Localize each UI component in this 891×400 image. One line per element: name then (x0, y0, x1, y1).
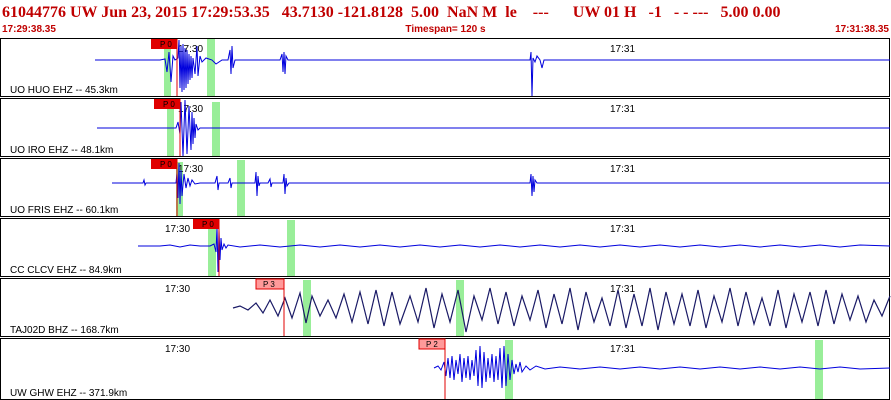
green-marker (287, 220, 295, 276)
time-label-1731: 17:31 (610, 164, 635, 175)
green-marker (207, 39, 215, 96)
station-label: UO IRO EHZ -- 48.1km (10, 145, 113, 156)
green-marker (212, 102, 220, 156)
pick-label: P 0 (163, 100, 175, 109)
panel-uo-fris[interactable]: 17:30 17:31 P 0 UO FRIS EHZ -- 60.1km (0, 158, 891, 217)
event-header: 61044776 UW Jun 23, 2015 17:29:53.35 43.… (0, 0, 891, 38)
pick-label: P 0 (202, 220, 214, 229)
time-label-1730: 17:30 (165, 224, 190, 235)
time-label-1730: 17:30 (165, 284, 190, 295)
time-label-1731: 17:31 (610, 344, 635, 355)
pick-label: P 3 (263, 280, 275, 289)
station-label: UO HUO EHZ -- 45.3km (10, 85, 118, 96)
panel-frame (0, 158, 890, 217)
green-marker (237, 160, 245, 216)
end-time-label: 17:31:38.35 (835, 24, 889, 35)
panel-uo-huo[interactable]: 17:30 17:31 P 0 UO HUO EHZ -- 45.3km (0, 38, 891, 97)
timespan-label: Timespan= 120 s (405, 24, 486, 35)
station-label: TAJ02D BHZ -- 168.7km (10, 325, 119, 336)
panel-taj02d[interactable]: 17:30 17:31 P 3 TAJ02D BHZ -- 168.7km (0, 278, 891, 337)
event-title: 61044776 UW Jun 23, 2015 17:29:53.35 43.… (2, 4, 781, 21)
panel-frame (0, 278, 890, 337)
time-label-1730: 17:30 (165, 344, 190, 355)
panel-cc-clcv[interactable]: 17:30 17:31 P 0 CC CLCV EHZ -- 84.9km (0, 218, 891, 277)
time-label-1730: 17:30 (178, 44, 203, 55)
time-label-1731: 17:31 (610, 224, 635, 235)
station-label: CC CLCV EHZ -- 84.9km (10, 265, 122, 276)
pick-label: P 0 (160, 40, 172, 49)
station-label: UO FRIS EHZ -- 60.1km (10, 205, 118, 216)
green-marker (815, 340, 823, 399)
pick-label: P 2 (426, 340, 438, 349)
seismogram-panels[interactable]: 17:30 17:31 P 0 UO HUO EHZ -- 45.3km 17:… (0, 38, 891, 400)
pick-label: P 0 (160, 160, 172, 169)
panel-frame (0, 218, 890, 277)
panel-frame (0, 38, 890, 97)
time-label-1731: 17:31 (610, 284, 635, 295)
time-label-1730: 17:30 (178, 164, 203, 175)
time-label-1731: 17:31 (610, 104, 635, 115)
panel-uw-ghw[interactable]: 17:30 17:31 P 2 UW GHW EHZ -- 371.9km (0, 338, 891, 400)
green-marker (456, 280, 464, 336)
time-label-1731: 17:31 (610, 44, 635, 55)
station-label: UW GHW EHZ -- 371.9km (10, 388, 127, 399)
panel-uo-iro[interactable]: 17:30 17:31 P 0 UO IRO EHZ -- 48.1km (0, 98, 891, 157)
